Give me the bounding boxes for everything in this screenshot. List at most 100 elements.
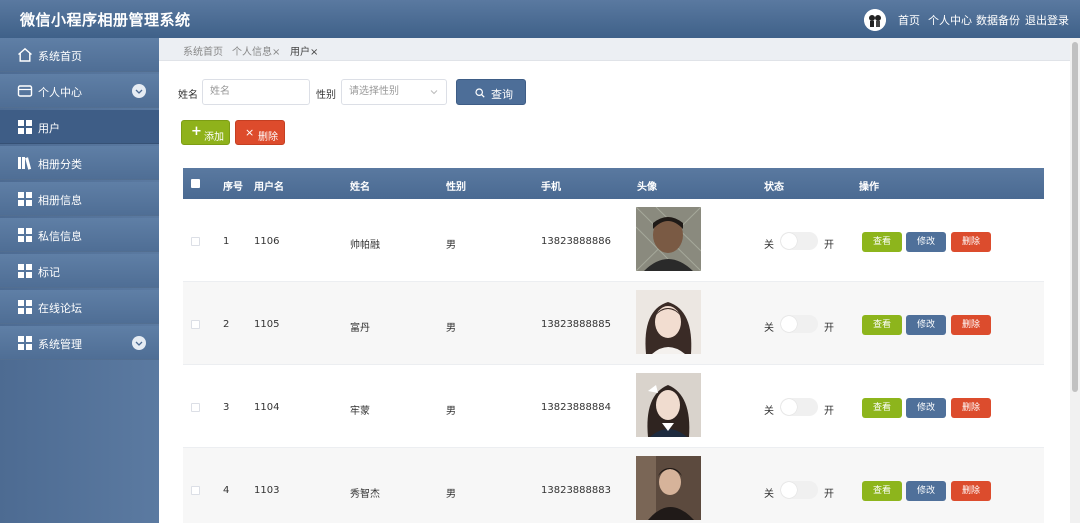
chevron-down-icon[interactable] [132,84,146,98]
sidebar-item-label: 系统首页 [38,50,82,63]
tab-home[interactable]: 系统首页 [183,43,223,58]
app-title: 微信小程序相册管理系统 [20,11,191,29]
column-header-name: 姓名 [350,182,370,193]
sidebar-item-label: 系统管理 [38,338,82,351]
close-icon: × [245,126,255,139]
cell-username: 1105 [254,319,280,330]
toggle-knob [781,399,797,415]
status-toggle[interactable] [780,232,818,250]
row-checkbox[interactable] [191,486,200,495]
cell-index: 3 [223,402,230,413]
add-button[interactable]: + 添加 [181,120,230,145]
sidebar-item-marks[interactable]: 标记 [0,254,159,288]
sidebar-item-users[interactable]: 用户 [0,110,159,144]
query-button-label: 查询 [491,88,513,101]
sidebar-item-album-info[interactable]: 相册信息 [0,182,159,216]
add-button-label: 添加 [204,132,224,143]
grid-icon [18,264,32,278]
sidebar-item-system[interactable]: 系统管理 [0,326,159,360]
edit-button[interactable]: 修改 [906,481,946,501]
view-button[interactable]: 查看 [862,315,902,335]
delete-row-button[interactable]: 删除 [951,481,991,501]
sidebar-item-label: 个人中心 [38,86,82,99]
tab-users[interactable]: 用户× [290,43,318,58]
switch-on-label: 开 [824,240,834,251]
scrollbar-thumb[interactable] [1072,42,1078,392]
status-toggle[interactable] [780,398,818,416]
gender-filter-label: 性别 [316,90,336,101]
tab-profile[interactable]: 个人信息× [232,43,280,58]
sidebar-item-profile[interactable]: 个人中心 [0,74,159,108]
books-icon [18,157,32,170]
sidebar-item-messages[interactable]: 私信信息 [0,218,159,252]
edit-button[interactable]: 修改 [906,232,946,252]
toggle-knob [781,316,797,332]
switch-on-label: 开 [824,406,834,417]
search-icon [475,88,485,98]
row-checkbox[interactable] [191,403,200,412]
cell-index: 1 [223,236,230,247]
cell-username: 1104 [254,402,280,413]
switch-on-label: 开 [824,489,834,500]
sidebar-item-label: 标记 [38,266,60,279]
status-toggle[interactable] [780,315,818,333]
cell-phone: 13823888883 [541,485,611,496]
sidebar-item-album-category[interactable]: 相册分类 [0,146,159,180]
cell-phone: 13823888885 [541,319,611,330]
nav-backup-link[interactable]: 数据备份 [976,12,1020,28]
switch-on-label: 开 [824,323,834,334]
cell-index: 2 [223,319,230,330]
batch-delete-button[interactable]: × 删除 [235,120,285,145]
status-toggle[interactable] [780,481,818,499]
view-button[interactable]: 查看 [862,481,902,501]
grid-icon [18,228,32,242]
cell-phone: 13823888886 [541,236,611,247]
cell-gender: 男 [446,406,456,417]
name-search-input[interactable]: 姓名 [202,79,310,105]
card-icon [17,85,33,97]
sidebar-item-label: 在线论坛 [38,302,82,315]
cell-gender: 男 [446,240,456,251]
chevron-down-icon [430,90,438,95]
edit-button[interactable]: 修改 [906,315,946,335]
home-icon [18,47,32,62]
nav-profile-link[interactable]: 个人中心 [928,12,972,28]
cell-gender: 男 [446,489,456,500]
switch-off-label: 关 [764,240,774,251]
gender-select[interactable]: 请选择性别 [341,79,447,105]
edit-button[interactable]: 修改 [906,398,946,418]
select-all-checkbox[interactable] [191,179,200,188]
chevron-down-icon[interactable] [132,336,146,350]
column-header-phone: 手机 [541,182,561,193]
grid-icon [18,336,32,350]
column-header-actions: 操作 [859,182,879,193]
cell-username: 1106 [254,236,280,247]
table-header: 序号 用户名 姓名 性别 手机 头像 状态 操作 [183,168,1044,199]
delete-row-button[interactable]: 删除 [951,398,991,418]
sidebar-item-label: 相册分类 [38,158,82,171]
sidebar-item-home[interactable]: 系统首页 [0,38,159,72]
sidebar-item-forum[interactable]: 在线论坛 [0,290,159,324]
row-checkbox[interactable] [191,320,200,329]
toggle-knob [781,482,797,498]
query-button[interactable]: 查询 [456,79,526,105]
column-header-avatar: 头像 [637,182,657,193]
table-row: 3 1104 牢蒙 男 13823888884 关 开 查看 修改 删除 [183,365,1044,448]
user-avatar[interactable] [864,9,886,31]
delete-row-button[interactable]: 删除 [951,232,991,252]
breadcrumb: 系统首页 个人信息× 用户× [159,38,1070,61]
column-header-status: 状态 [764,182,784,193]
view-button[interactable]: 查看 [862,232,902,252]
nav-home-link[interactable]: 首页 [898,12,920,28]
sidebar: 系统首页 个人中心 用户 相册分类 相册信息 私信信息 标记 在线论坛 系统管理 [0,38,159,523]
page-scrollbar[interactable] [1070,38,1080,523]
delete-row-button[interactable]: 删除 [951,315,991,335]
plus-icon: + [191,124,202,139]
row-checkbox[interactable] [191,237,200,246]
delete-button-label: 删除 [258,132,278,143]
user-avatar-photo [636,456,701,520]
view-button[interactable]: 查看 [862,398,902,418]
nav-logout-link[interactable]: 退出登录 [1025,12,1069,28]
switch-off-label: 关 [764,406,774,417]
cell-phone: 13823888884 [541,402,611,413]
